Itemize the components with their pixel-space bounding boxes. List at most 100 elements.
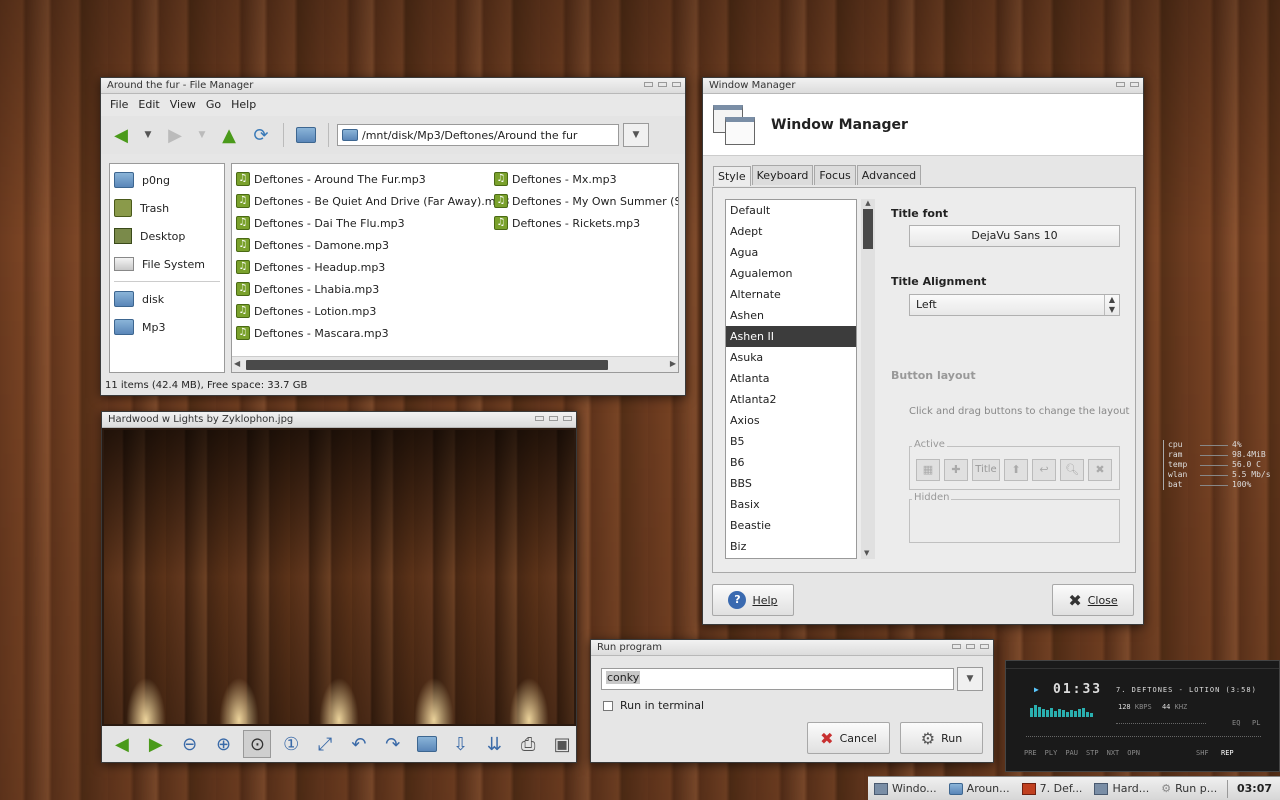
command-input[interactable]: conky [601,668,954,690]
file-item[interactable]: ♫ Deftones - Damone.mp3 [236,234,509,256]
file-manager-titlebar[interactable]: Around the fur - File Manager [101,78,685,94]
run-program-titlebar[interactable]: Run program [591,640,993,656]
menu-file[interactable]: File [105,96,133,114]
player-control-stp[interactable]: STP [1086,749,1099,757]
theme-list-item[interactable]: Basix [726,494,856,515]
zoom-out-icon[interactable]: ⊖ [176,730,204,758]
close-button[interactable] [672,82,681,87]
file-item[interactable]: ♫ Deftones - Be Quiet And Drive (Far Away… [236,190,509,212]
theme-list-item[interactable]: Agua [726,242,856,263]
print-icon[interactable]: ⎙ [514,730,542,758]
refresh-icon[interactable]: ⟳ [247,121,275,149]
scroll-left-arrow-icon[interactable]: ◀ [234,359,240,368]
title-alignment-select[interactable]: Left ▲ ▼ [909,294,1120,316]
clock[interactable]: 03:07 [1237,782,1280,795]
player-control-pre[interactable]: PRE [1024,749,1037,757]
chevron-down-icon[interactable]: ▼ [139,121,157,149]
theme-list-item[interactable]: Ashen [726,305,856,326]
location-dropdown-button[interactable]: ▼ [623,123,649,147]
file-item[interactable]: ♫ Deftones - Dai The Flu.mp3 [236,212,509,234]
file-item[interactable]: ♫ Deftones - Mx.mp3 [494,168,678,190]
stick-button-icon[interactable]: ✚ [944,459,968,481]
theme-list-item[interactable]: Asuka [726,347,856,368]
close-button[interactable] [1130,82,1139,87]
theme-list-scrollbar[interactable]: ▲ ▼ [861,199,875,559]
file-item[interactable]: ♫ Deftones - Headup.mp3 [236,256,509,278]
title-font-button[interactable]: DejaVu Sans 10 [909,225,1120,247]
up-arrow-icon[interactable]: ▲ [215,121,243,149]
minimize-button[interactable] [1116,82,1125,87]
sidebar-item-filesystem[interactable]: File System [110,250,224,278]
scroll-down-arrow-icon[interactable]: ▼ [864,549,869,557]
file-item[interactable]: ♫ Deftones - Around The Fur.mp3 [236,168,509,190]
maximize-button[interactable] [966,644,975,649]
sidebar-item-desktop[interactable]: Desktop [110,222,224,250]
thumbnails-icon[interactable]: ▣ [548,730,576,758]
save-icon[interactable]: ⇩ [447,730,475,758]
horizontal-scrollbar[interactable]: ◀ ▶ [232,356,678,372]
volume-slider[interactable] [1116,723,1206,724]
scrollbar-thumb[interactable] [246,360,608,370]
menu-button-icon[interactable]: ▦ [916,459,940,481]
theme-list-item[interactable]: Ashen II [726,326,856,347]
theme-list-item[interactable]: Beastie [726,515,856,536]
open-folder-icon[interactable] [292,121,320,149]
previous-arrow-icon[interactable]: ◀ [108,730,136,758]
zoom-100-icon[interactable]: ① [277,730,305,758]
maximize-button[interactable] [658,82,667,87]
theme-list-item[interactable]: BBS [726,473,856,494]
taskbar-item-run-program[interactable]: ⚙ Run p... [1155,777,1223,800]
menu-edit[interactable]: Edit [133,96,164,114]
sidebar-item-home[interactable]: p0ng [110,166,224,194]
file-item[interactable]: ♫ Deftones - Mascara.mp3 [236,322,509,344]
pl-button[interactable]: PL [1252,719,1260,727]
minimize-button[interactable] [644,82,653,87]
repeat-button[interactable]: REP [1221,749,1234,757]
scroll-right-arrow-icon[interactable]: ▶ [670,359,676,368]
menu-view[interactable]: View [165,96,201,114]
cancel-button[interactable]: ✖ Cancel [807,722,890,754]
open-folder-icon[interactable] [413,730,441,758]
chevron-down-icon[interactable]: ▼ [193,121,211,149]
theme-list-item[interactable]: Alternate [726,284,856,305]
minimize-button-icon[interactable]: ↩ [1032,459,1056,481]
close-button[interactable] [980,644,989,649]
menu-help[interactable]: Help [226,96,261,114]
save-as-icon[interactable]: ⇊ [480,730,508,758]
theme-list-item[interactable]: B6 [726,452,856,473]
window-manager-titlebar[interactable]: Window Manager [703,78,1143,94]
file-item[interactable]: ♫ Deftones - Rickets.mp3 [494,212,678,234]
run-button[interactable]: ⚙ Run [900,722,983,754]
maximize-button-icon[interactable]: 🔍︎ [1060,459,1084,481]
theme-list-item[interactable]: Atlanta2 [726,389,856,410]
maximize-button[interactable] [549,416,558,421]
rotate-left-icon[interactable]: ↶ [345,730,373,758]
zoom-in-icon[interactable]: ⊕ [210,730,238,758]
menu-go[interactable]: Go [201,96,226,114]
seek-bar[interactable] [1026,736,1261,737]
close-button[interactable] [563,416,572,421]
command-history-dropdown[interactable]: ▼ [957,667,983,691]
sidebar-item-mp3[interactable]: Mp3 [110,313,224,341]
taskbar-item-file-manager[interactable]: Aroun... [943,777,1016,800]
close-button-icon[interactable]: ✖ [1088,459,1112,481]
forward-arrow-icon[interactable]: ▶ [161,121,189,149]
theme-list[interactable]: Default Adept Agua Agualemon Alternate Ashen A… [725,199,857,559]
file-item[interactable]: ♫ Deftones - My Own Summer (Sho [494,190,678,212]
shade-button-icon[interactable]: ⬆ [1004,459,1028,481]
minimize-button[interactable] [952,644,961,649]
player-control-nxt[interactable]: NXT [1107,749,1120,757]
run-in-terminal-checkbox[interactable] [603,701,613,711]
sidebar-item-disk[interactable]: disk [110,285,224,313]
fullscreen-icon[interactable]: ⤢ [311,730,339,758]
theme-list-item[interactable]: B5 [726,431,856,452]
tab-style[interactable]: Style [713,166,751,186]
tab-keyboard[interactable]: Keyboard [751,165,814,185]
player-control-opn[interactable]: OPN [1127,749,1140,757]
taskbar-item-image-viewer[interactable]: Hard... [1088,777,1155,800]
taskbar-item-music-player[interactable]: 7. Def... [1016,777,1089,800]
theme-list-item[interactable]: Atlanta [726,368,856,389]
theme-list-item[interactable]: Axios [726,410,856,431]
zoom-fit-icon[interactable]: ⊙ [243,730,272,758]
player-titlebar[interactable] [1006,661,1279,669]
